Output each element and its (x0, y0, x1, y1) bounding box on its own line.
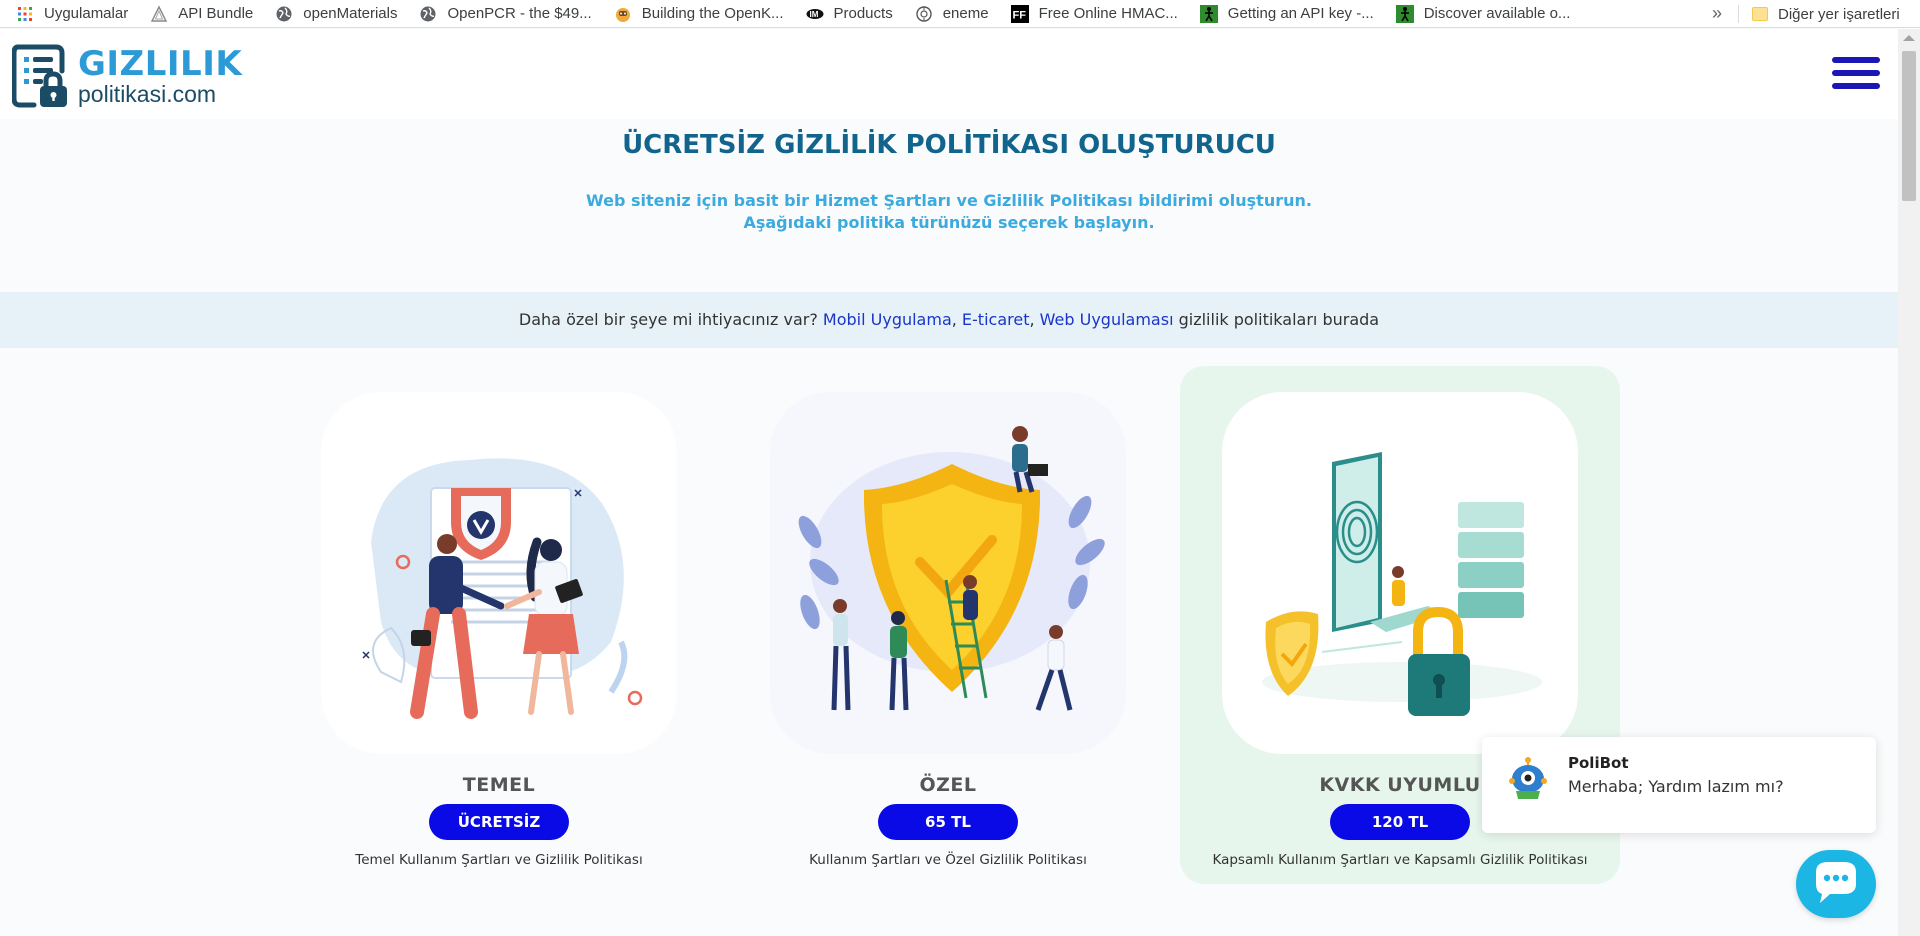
logo-domain: politikasi.com (78, 80, 217, 107)
plan-card-basic[interactable]: TEMEL ÜCRETSİZ Temel Kullanım Şartları v… (279, 366, 719, 884)
globe-icon (275, 5, 293, 23)
page-scrollbar[interactable] (1898, 29, 1920, 936)
bookmark-label: Discover available o... (1423, 5, 1571, 22)
subtitle-line: Aşağıdaki politika türünüzü seçerek başl… (743, 213, 1155, 232)
green-figure-icon (1199, 4, 1218, 23)
mobile-app-link[interactable]: Mobil Uygulama (823, 310, 952, 329)
bookmark-api-bundle[interactable]: API Bundle (150, 0, 253, 28)
bookmark-label: openMaterials (303, 5, 398, 22)
bookmarks-separator (1738, 5, 1739, 23)
eneme-logo-icon (915, 5, 933, 23)
maker-logo-icon (614, 5, 632, 23)
site-logo[interactable]: GIZLILIK politikasi.com (11, 43, 242, 109)
svg-text:IM: IM (809, 10, 818, 19)
bookmark-products[interactable]: IM Products (806, 0, 893, 28)
plan-card-custom[interactable]: ÖZEL 65 TL Kullanım Şartları ve Özel Giz… (728, 366, 1168, 884)
chat-bubble-icon (1816, 862, 1856, 903)
page-subtitle: Web siteniz için basit bir Hizmet Şartla… (0, 190, 1898, 234)
band-prefix: Daha özel bir şeye mi ihtiyacınız var? (518, 310, 823, 329)
plan-description: Temel Kullanım Şartları ve Gizlilik Poli… (355, 852, 643, 868)
bookmark-label: Getting an API key -... (1227, 5, 1374, 22)
nordic-logo-icon: IM (806, 5, 824, 23)
shield-illustration (770, 392, 1126, 754)
logo-text: GIZLILIK politikasi.com (78, 47, 242, 106)
ff-logo-icon: FF (1010, 4, 1029, 23)
plan-description: Kullanım Şartları ve Özel Gizlilik Polit… (809, 852, 1087, 868)
browser-page: Uygulamalar API Bundle openMaterials Ope… (0, 0, 1920, 936)
plan-name: ÖZEL (919, 774, 977, 796)
bookmark-hmac[interactable]: FF Free Online HMAC... (1010, 0, 1178, 28)
subtitle-line: Web siteniz için basit bir Hizmet Şartla… (586, 191, 1312, 210)
band-separator: , (1029, 310, 1040, 329)
bookmark-eneme[interactable]: eneme (915, 0, 989, 28)
bookmark-label: Free Online HMAC... (1038, 5, 1178, 22)
menu-bar (1832, 70, 1880, 76)
handshake-illustration (321, 392, 677, 754)
hamburger-menu-icon[interactable] (1832, 57, 1880, 99)
page-title: ÜCRETSİZ GİZLİLİK POLİTİKASI OLUŞTURUCU (622, 130, 1276, 160)
plan-description: Kapsamlı Kullanım Şartları ve Kapsamlı G… (1212, 852, 1588, 868)
chatbot-name: PoliBot (1568, 754, 1629, 772)
chatbot-greeting-popup[interactable]: PoliBot Merhaba; Yardım lazım mı? (1482, 737, 1876, 833)
site-header: GIZLILIK politikasi.com (0, 29, 1898, 119)
bookmark-api-key[interactable]: Getting an API key -... (1199, 0, 1374, 28)
logo-wordmark: GIZLILIK (78, 43, 243, 84)
bookmark-discover[interactable]: Discover available o... (1395, 0, 1571, 28)
bookmark-label: Uygulamalar (44, 5, 129, 22)
bookmark-label: eneme (942, 5, 989, 22)
web-app-link[interactable]: Web Uygulaması (1040, 310, 1174, 329)
ecommerce-link[interactable]: E-ticaret (962, 310, 1030, 329)
document-lock-icon (11, 43, 72, 109)
band-suffix: gizlilik politikaları burada (1173, 310, 1380, 329)
plan-price-button[interactable]: ÜCRETSİZ (429, 804, 569, 840)
plan-price-button[interactable]: 65 TL (878, 804, 1018, 840)
plan-price-button[interactable]: 120 TL (1330, 804, 1470, 840)
robot-avatar-icon (1508, 757, 1548, 801)
folder-icon (1752, 7, 1768, 21)
menu-bar (1832, 57, 1880, 63)
bookmark-label: API Bundle (178, 5, 254, 22)
other-bookmarks-label: Diğer yer işaretleri (1778, 5, 1900, 23)
special-policies-band: Daha özel bir şeye mi ihtiyacınız var? M… (0, 292, 1898, 348)
menu-bar (1832, 83, 1880, 89)
chatbot-message: Merhaba; Yardım lazım mı? (1568, 777, 1784, 796)
bookmark-openpcr[interactable]: OpenPCR - the $49... (419, 0, 592, 28)
bookmark-building-openk[interactable]: Building the OpenK... (614, 0, 784, 28)
bookmarks-bar: Uygulamalar API Bundle openMaterials Ope… (0, 0, 1920, 28)
bookmark-label: Building the OpenK... (641, 5, 784, 22)
svg-text:FF: FF (1012, 9, 1026, 21)
bookmark-label: OpenPCR - the $49... (447, 5, 592, 22)
green-figure-icon (1395, 4, 1414, 23)
plan-name: TEMEL (462, 774, 536, 796)
bookmarks-overflow-button[interactable]: » (1712, 0, 1722, 28)
chat-open-button[interactable] (1796, 850, 1876, 918)
other-bookmarks-button[interactable]: Diğer yer işaretleri (1752, 0, 1900, 28)
triangle-logo-icon (150, 4, 168, 23)
globe-icon (419, 5, 437, 23)
scrollbar-thumb[interactable] (1902, 51, 1916, 201)
band-separator: , (951, 310, 962, 329)
bookmark-openmaterials[interactable]: openMaterials (275, 0, 397, 28)
apps-grid-icon (16, 5, 34, 23)
bookmark-label: Products (833, 5, 893, 22)
scroll-up-arrow-icon[interactable] (1903, 35, 1915, 41)
fingerprint-lock-illustration (1222, 392, 1578, 754)
bookmark-apps[interactable]: Uygulamalar (16, 0, 128, 28)
